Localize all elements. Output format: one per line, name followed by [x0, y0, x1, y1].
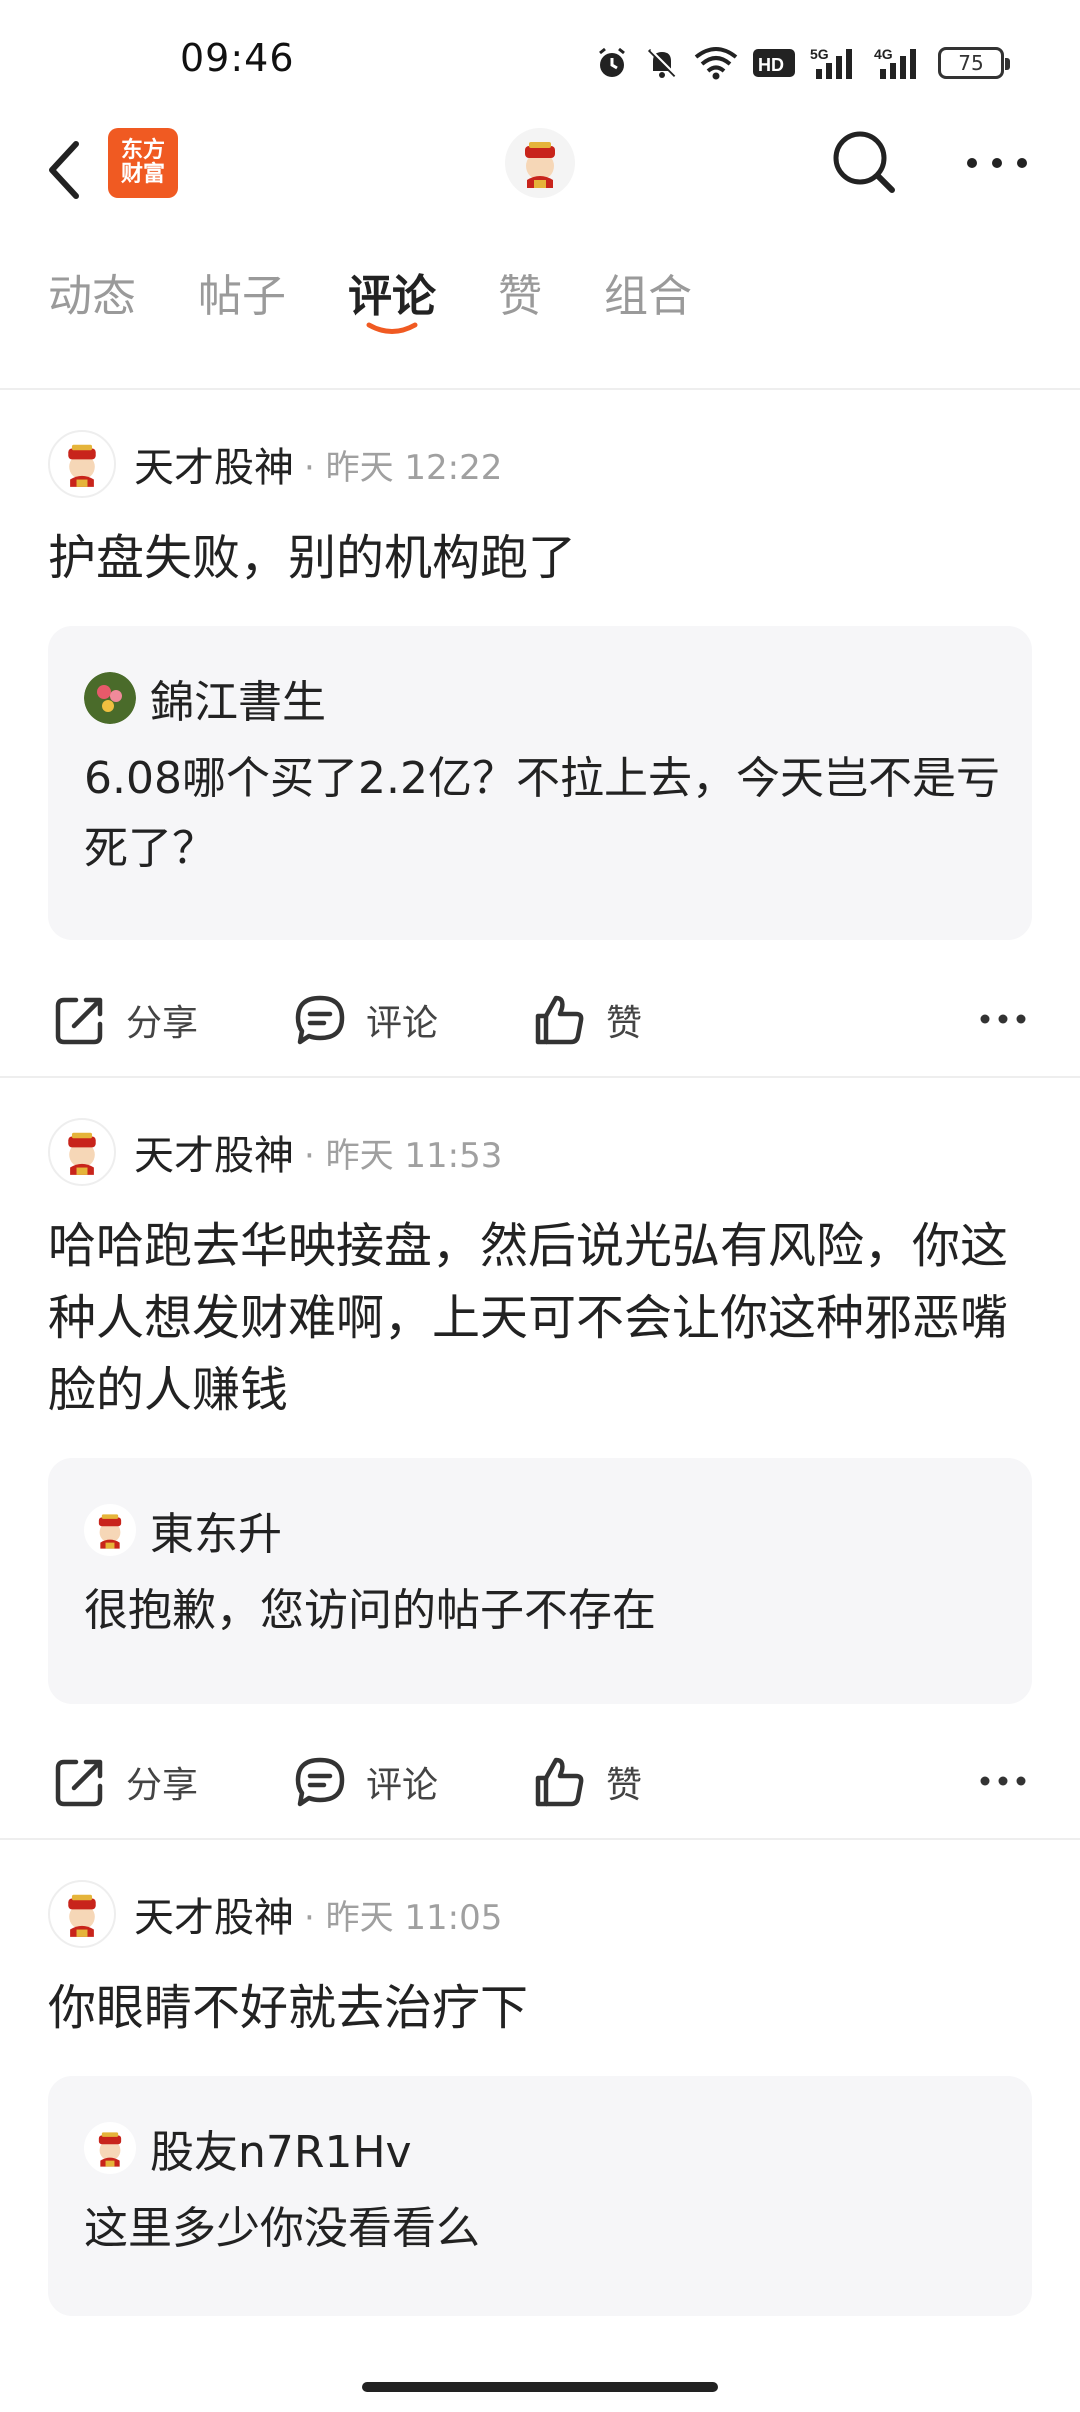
- tab-portfolio[interactable]: 组合: [604, 260, 692, 324]
- status-icons: HD 5G 4G 75: [594, 38, 1010, 88]
- status-bar: 09:46 HD 5G 4G 75: [0, 0, 1080, 120]
- comment-label: 评论: [366, 1765, 439, 1806]
- author-avatar[interactable]: [48, 1880, 116, 1948]
- share-button[interactable]: 分享: [52, 1742, 198, 1822]
- share-label: 分享: [126, 1003, 199, 1044]
- wifi-icon: [694, 47, 738, 80]
- quoted-header: 東东升: [84, 1502, 282, 1560]
- more-options-icon[interactable]: [978, 1766, 1028, 1796]
- god-of-wealth-avatar-icon: [525, 142, 555, 188]
- svg-text:5G: 5G: [810, 46, 829, 62]
- author-name[interactable]: 天才股神: [134, 435, 294, 493]
- back-arrow-icon[interactable]: [40, 130, 90, 210]
- comment-text[interactable]: 哈哈跑去华映接盘，然后说光弘有风险，你这种人想发财难啊，上天可不会让你这种邪恶嘴…: [48, 1210, 1038, 1426]
- quoted-author-avatar: [84, 2122, 136, 2174]
- comment-label: 评论: [366, 1003, 439, 1044]
- god-of-wealth-avatar-icon: [68, 1894, 96, 1937]
- comment-button[interactable]: 评论: [292, 980, 438, 1060]
- app-logo[interactable]: 东方 财富: [108, 128, 178, 198]
- share-icon: [55, 997, 103, 1045]
- flower-avatar-icon: [84, 672, 136, 724]
- battery-icon: 75: [938, 47, 1010, 79]
- comment-header: 天才股神 · 昨天 12:22: [48, 428, 502, 500]
- logo-text-top: 东方: [120, 138, 165, 163]
- god-of-wealth-avatar-icon: [98, 2132, 122, 2167]
- app-screen: 09:46 HD 5G 4G 75 东方 财富 动态 帖子 评论 赞 组合 天才…: [0, 0, 1080, 2412]
- quoted-post[interactable]: 股友n7R1Hv 这里多少你没看看么: [48, 2076, 1032, 2316]
- quoted-author-name: 錦江書生: [150, 677, 326, 728]
- share-button[interactable]: 分享: [52, 980, 198, 1060]
- tabs-divider: [0, 388, 1080, 390]
- quoted-post[interactable]: 東东升 很抱歉，您访问的帖子不存在: [48, 1458, 1032, 1704]
- like-button[interactable]: 赞: [532, 980, 642, 1060]
- comment-text[interactable]: 护盘失败，别的机构跑了: [48, 522, 1038, 594]
- comment-time: · 昨天 11:05: [304, 1897, 503, 1938]
- quoted-author-avatar: [84, 1504, 136, 1556]
- comment-text[interactable]: 你眼睛不好就去治疗下: [48, 1972, 1038, 2044]
- logo-text-bottom: 财富: [120, 162, 165, 187]
- top-header: 东方 财富: [0, 118, 1080, 228]
- author-avatar[interactable]: [48, 430, 116, 498]
- like-button[interactable]: 赞: [532, 1742, 642, 1822]
- tab-likes[interactable]: 赞: [498, 260, 542, 324]
- quoted-author-name: 東东升: [150, 1509, 282, 1560]
- comment-actions: 分享 评论 赞: [0, 1742, 1080, 1822]
- quoted-author-avatar: [84, 672, 136, 724]
- mute-bell-icon: [647, 48, 678, 78]
- comment-time: · 昨天 11:53: [304, 1135, 503, 1176]
- more-options-icon[interactable]: [978, 1004, 1028, 1034]
- comment-bubble-icon: [295, 1757, 345, 1807]
- signal-5g-icon: 5G: [810, 46, 852, 79]
- comment-button[interactable]: 评论: [292, 1742, 438, 1822]
- comment-card: 天才股神 · 昨天 11:53 哈哈跑去华映接盘，然后说光弘有风险，你这种人想发…: [0, 1116, 1080, 1836]
- alarm-icon: [599, 47, 625, 77]
- quoted-author-name: 股友n7R1Hv: [150, 2127, 412, 2178]
- status-time: 09:46: [180, 36, 295, 80]
- battery-level: 75: [958, 51, 984, 75]
- comment-bubble-icon: [295, 995, 345, 1045]
- card-divider: [0, 1838, 1080, 1840]
- quoted-header: 錦江書生: [84, 670, 326, 728]
- signal-4g-icon: 4G: [874, 46, 916, 79]
- quoted-text: 这里多少你没看看么: [84, 2203, 480, 2254]
- thumbs-up-icon: [535, 995, 584, 1045]
- author-name[interactable]: 天才股神: [134, 1885, 294, 1943]
- quoted-text: 6.08哪个买了2.2亿？不拉上去，今天岂不是亏死了？: [84, 753, 1000, 874]
- more-options-icon[interactable]: [962, 148, 1032, 178]
- author-avatar[interactable]: [48, 1118, 116, 1186]
- comment-card: 天才股神 · 昨天 12:22 护盘失败，别的机构跑了 錦江書生 6.08哪个买…: [0, 428, 1080, 1078]
- tab-posts[interactable]: 帖子: [198, 260, 286, 324]
- like-label: 赞: [606, 1765, 643, 1806]
- home-indicator[interactable]: [362, 2382, 718, 2392]
- hd-icon: HD: [753, 49, 795, 77]
- god-of-wealth-avatar-icon: [68, 444, 96, 487]
- god-of-wealth-avatar-icon: [68, 1132, 96, 1175]
- comment-time: · 昨天 12:22: [304, 447, 503, 488]
- quoted-text: 很抱歉，您访问的帖子不存在: [84, 1585, 656, 1636]
- comment-header: 天才股神 · 昨天 11:53: [48, 1116, 502, 1188]
- search-icon[interactable]: [826, 124, 902, 200]
- author-name[interactable]: 天才股神: [134, 1123, 294, 1181]
- god-of-wealth-avatar-icon: [98, 1514, 122, 1549]
- thumbs-up-icon: [535, 1757, 584, 1807]
- svg-text:HD: HD: [758, 55, 784, 75]
- share-label: 分享: [126, 1765, 199, 1806]
- tab-comments[interactable]: 评论: [348, 260, 436, 324]
- like-label: 赞: [606, 1003, 643, 1044]
- active-tab-indicator: [366, 322, 418, 334]
- svg-text:4G: 4G: [874, 46, 893, 62]
- comment-header: 天才股神 · 昨天 11:05: [48, 1878, 502, 1950]
- comment-actions: 分享 评论 赞: [0, 980, 1080, 1060]
- profile-avatar[interactable]: [505, 128, 575, 198]
- card-divider: [0, 1076, 1080, 1078]
- quoted-post[interactable]: 錦江書生 6.08哪个买了2.2亿？不拉上去，今天岂不是亏死了？: [48, 626, 1032, 940]
- profile-tabs: 动态 帖子 评论 赞 组合: [0, 250, 1080, 360]
- share-icon: [55, 1759, 103, 1807]
- comment-card: 天才股神 · 昨天 11:05 你眼睛不好就去治疗下 股友n7R1Hv 这里多少…: [0, 1878, 1080, 2378]
- quoted-header: 股友n7R1Hv: [84, 2120, 412, 2178]
- tab-dynamics[interactable]: 动态: [48, 260, 136, 324]
